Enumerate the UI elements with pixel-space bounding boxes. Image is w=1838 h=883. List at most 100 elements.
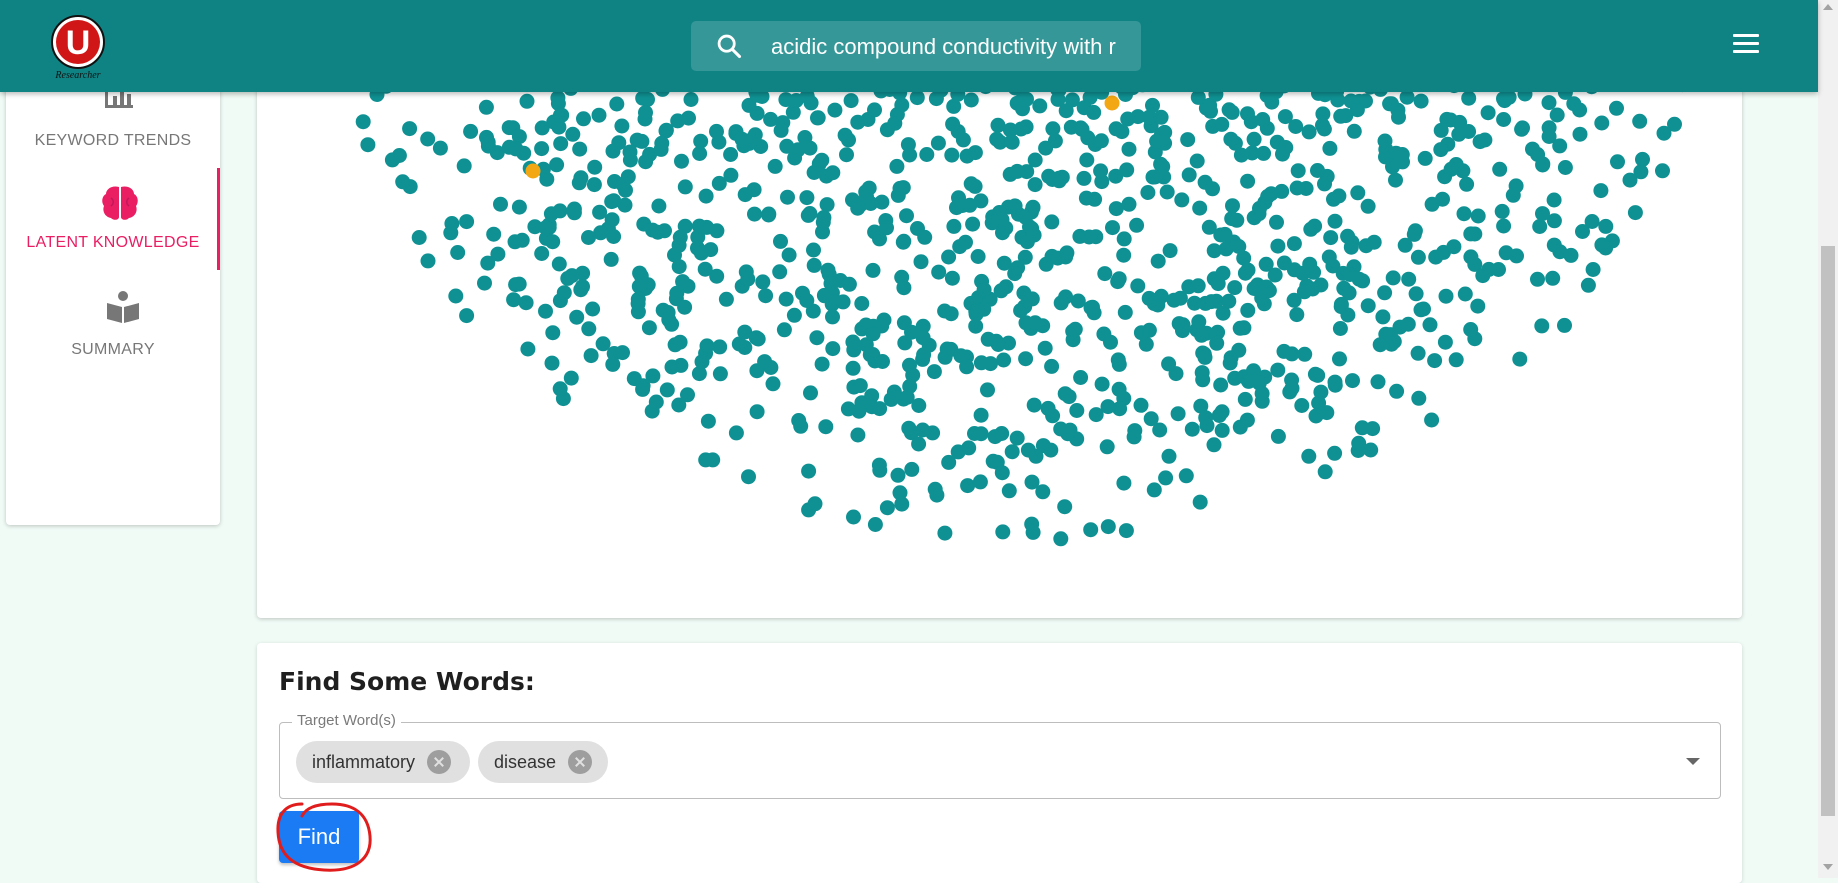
scatter-point[interactable] (1546, 192, 1562, 208)
scatter-point[interactable] (1256, 145, 1272, 161)
scatter-point[interactable] (1086, 104, 1102, 120)
scatter-point[interactable] (1161, 448, 1177, 464)
scatter-point[interactable] (1358, 93, 1373, 109)
scatter-point[interactable] (787, 150, 803, 166)
scatter-point[interactable] (985, 453, 1001, 469)
scatter-point[interactable] (1375, 309, 1391, 325)
scatter-point[interactable] (1108, 121, 1124, 137)
scatter-point[interactable] (1159, 184, 1175, 200)
scatter-point[interactable] (825, 309, 840, 325)
scatter-point[interactable] (463, 123, 479, 139)
scatter-point[interactable] (973, 407, 989, 423)
scatter-point[interactable] (1284, 380, 1300, 396)
scatter-point[interactable] (761, 206, 777, 222)
scatter-point[interactable] (799, 190, 815, 206)
scatter-point[interactable] (1017, 249, 1033, 265)
scatter-point[interactable] (976, 301, 992, 317)
scatter-point[interactable] (1411, 390, 1427, 406)
scatter-point[interactable] (1133, 325, 1149, 341)
scatter-point[interactable] (1099, 439, 1115, 455)
scatter-point[interactable] (444, 216, 460, 231)
scatter-point[interactable] (1175, 323, 1190, 339)
scatter-point[interactable] (1044, 214, 1060, 230)
scatter-point[interactable] (1459, 176, 1475, 192)
scatter-point[interactable] (456, 158, 472, 174)
scatter-point[interactable] (511, 199, 527, 215)
scatter-point[interactable] (576, 111, 591, 127)
scatter-point[interactable] (641, 320, 657, 336)
scatter-point[interactable] (1057, 386, 1073, 402)
scatter-point[interactable] (1246, 210, 1262, 226)
scatter-point[interactable] (1227, 280, 1243, 296)
scatter-point[interactable] (1557, 317, 1572, 333)
scatter-point[interactable] (1428, 249, 1444, 265)
scatter-point[interactable] (723, 147, 739, 162)
scatter-point[interactable] (1310, 367, 1326, 383)
scatter-point[interactable] (1598, 218, 1614, 234)
scatter-point[interactable] (1187, 295, 1202, 311)
scatter-point[interactable] (1277, 109, 1293, 125)
scatter-point[interactable] (980, 382, 995, 398)
scatter-point[interactable] (674, 153, 689, 169)
scatter-point[interactable] (1016, 285, 1032, 301)
scatter-point[interactable] (395, 174, 411, 190)
scatter-point[interactable] (1035, 484, 1051, 500)
scatter-point[interactable] (839, 147, 854, 163)
scatter-point[interactable] (767, 158, 783, 174)
scroll-up-arrow-icon[interactable] (1823, 4, 1833, 10)
scatter-point[interactable] (664, 359, 680, 375)
scatter-point[interactable] (1140, 185, 1156, 200)
scatter-point[interactable] (1346, 123, 1362, 139)
scatter-point[interactable] (843, 93, 859, 109)
scatter-point[interactable] (968, 318, 984, 334)
scatter-point[interactable] (799, 293, 815, 308)
scatter-point[interactable] (1388, 145, 1404, 161)
scatter-point[interactable] (1400, 316, 1416, 332)
scatter-point[interactable] (963, 92, 979, 108)
scatter-point[interactable] (901, 420, 917, 436)
scatter-point[interactable] (773, 122, 789, 138)
scatter-point[interactable] (1330, 92, 1346, 108)
scatter-point[interactable] (749, 404, 765, 420)
scatter-point[interactable] (1161, 356, 1177, 372)
scatter-point[interactable] (658, 122, 674, 138)
scatter-point[interactable] (575, 265, 591, 281)
scatter-point[interactable] (781, 247, 797, 263)
scatter-point[interactable] (657, 223, 672, 239)
scatter-point[interactable] (1004, 444, 1020, 460)
scatter-point[interactable] (1189, 322, 1205, 338)
scatter-point[interactable] (604, 194, 620, 210)
scatter-point[interactable] (1323, 230, 1339, 246)
scatter-point[interactable] (1035, 318, 1051, 334)
scatter-point[interactable] (1211, 408, 1227, 423)
scatter-point[interactable] (807, 496, 823, 512)
scatter-point[interactable] (723, 167, 739, 183)
scatter-point[interactable] (1417, 150, 1433, 166)
scatter-point[interactable] (1158, 470, 1174, 486)
scatter-point[interactable] (1194, 365, 1210, 381)
scatter-point[interactable] (1013, 121, 1029, 137)
scatter-point[interactable] (741, 469, 756, 485)
scatter-point[interactable] (1545, 270, 1561, 286)
scatter-point[interactable] (1174, 192, 1190, 208)
scatter-point[interactable] (919, 147, 935, 162)
scatter-point[interactable] (1184, 421, 1200, 437)
scatter-point[interactable] (508, 141, 524, 157)
scatter-point[interactable] (1481, 261, 1497, 277)
scatter-point[interactable] (1401, 271, 1417, 287)
scatter-point[interactable] (1501, 89, 1517, 105)
scatter-point[interactable] (448, 288, 464, 304)
scatter-point[interactable] (1240, 262, 1256, 278)
scatter-point[interactable] (1009, 430, 1025, 446)
scatter-point[interactable] (493, 196, 508, 212)
scatter-point[interactable] (587, 159, 603, 175)
scatter-point[interactable] (1108, 201, 1124, 217)
scatter-point[interactable] (1270, 428, 1286, 444)
scatter-point[interactable] (1267, 267, 1283, 283)
scatter-point[interactable] (538, 303, 553, 319)
scatter-point[interactable] (411, 230, 427, 245)
scatter-point[interactable] (1530, 271, 1545, 287)
scatter-point[interactable] (851, 403, 867, 419)
scatter-point[interactable] (1552, 244, 1568, 260)
scatter-point[interactable] (803, 385, 818, 401)
